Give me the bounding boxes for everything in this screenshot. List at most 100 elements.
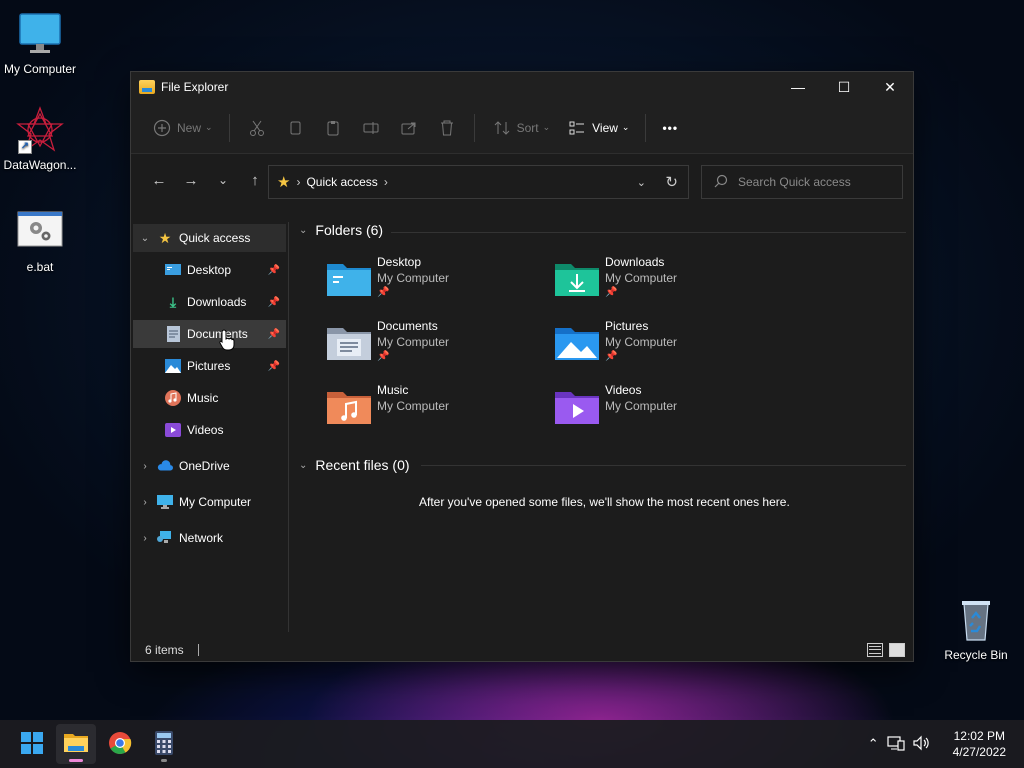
chevron-down-icon[interactable]: ⌄ (133, 233, 157, 244)
folder-name: Downloads (605, 255, 665, 269)
pin-icon: 📌 (267, 264, 280, 276)
up-button[interactable]: ↑ (239, 166, 271, 194)
clock-time: 12:02 PM (953, 729, 1005, 743)
sidebar-item-my-computer[interactable]: › My Computer (133, 488, 286, 516)
tiles-view-icon[interactable] (889, 643, 905, 657)
paste-button[interactable] (314, 112, 352, 144)
sidebar-item-label: Desktop (187, 263, 232, 277)
recent-locations-button[interactable]: ⌄ (207, 166, 239, 194)
sort-label: Sort (516, 120, 539, 135)
folder-tile-videos[interactable]: Videos My Computer (555, 382, 775, 438)
sidebar-item-quick-access[interactable]: ⌄ ★ Quick access (133, 224, 286, 252)
sidebar-item-downloads[interactable]: ⤓ Downloads 📌 (133, 288, 286, 316)
taskbar-file-explorer[interactable] (56, 724, 96, 764)
taskbar-chrome[interactable] (100, 724, 140, 764)
pin-icon: 📌 (605, 351, 618, 362)
desktop-icon-my-computer[interactable]: My Computer (0, 10, 80, 76)
desktop-icon-ebat[interactable]: e.bat (0, 208, 80, 274)
folder-tile-pictures[interactable]: Pictures My Computer 📌 (555, 318, 775, 374)
share-icon (398, 118, 420, 138)
delete-button[interactable] (428, 112, 466, 144)
search-input[interactable]: Search Quick access (738, 175, 851, 189)
sidebar-item-network[interactable]: › Network (133, 524, 286, 552)
clock-date: 4/27/2022 (952, 745, 1006, 759)
close-button[interactable]: ✕ (867, 72, 913, 102)
copy-button[interactable] (276, 112, 314, 144)
cloud-icon (157, 458, 173, 474)
running-indicator (69, 759, 83, 762)
sidebar-item-pictures[interactable]: Pictures 📌 (133, 352, 286, 380)
sidebar-item-label: Downloads (187, 295, 247, 309)
sidebar-item-videos[interactable]: Videos (133, 416, 286, 444)
share-button[interactable] (390, 112, 428, 144)
folder-location: My Computer (605, 271, 678, 285)
pin-icon: 📌 (267, 296, 280, 308)
chevron-down-icon: ⌄ (205, 122, 213, 132)
content-pane: ⌄ Folders (6) Desktop My Computer 📌 Down… (291, 222, 911, 632)
title-bar[interactable]: File Explorer — ☐ ✕ (131, 72, 913, 102)
status-bar: 6 items (131, 638, 913, 662)
plus-circle-icon (151, 118, 173, 138)
search-box[interactable]: Search Quick access (701, 165, 903, 199)
view-toggles (867, 643, 905, 657)
sidebar-item-music[interactable]: Music (133, 384, 286, 412)
sidebar-item-desktop[interactable]: Desktop 📌 (133, 256, 286, 284)
address-bar[interactable]: ★ › Quick access › ⌄ ↻ (268, 165, 689, 199)
refresh-icon[interactable]: ↻ (665, 173, 678, 191)
view-label: View (592, 120, 618, 135)
forward-button[interactable]: → (175, 166, 207, 194)
show-hidden-icons-chevron-icon[interactable]: ⌃ (868, 736, 879, 752)
desktop-icon-recycle-bin[interactable]: Recycle Bin (936, 596, 1016, 662)
star-icon: ★ (158, 229, 172, 246)
clock[interactable]: 12:02 PM 4/27/2022 (953, 728, 1006, 760)
chevron-down-icon: ⌄ (621, 122, 630, 132)
section-divider (391, 232, 906, 233)
folder-tile-downloads[interactable]: Downloads My Computer 📌 (555, 254, 775, 310)
breadcrumb-quick-access[interactable]: Quick access (306, 175, 377, 189)
picture-icon (165, 358, 181, 374)
sidebar-item-documents[interactable]: Documents 📌 (133, 320, 286, 348)
volume-icon[interactable] (913, 735, 931, 754)
sort-button[interactable]: Sort ⌄ (483, 112, 559, 144)
back-button[interactable]: ← (143, 166, 175, 194)
rename-button[interactable] (352, 112, 390, 144)
recent-section-header[interactable]: ⌄ Recent files (0) (299, 457, 410, 473)
clipboard-icon (322, 118, 344, 138)
section-divider (421, 465, 906, 466)
chevron-right-icon[interactable]: › (133, 461, 157, 472)
network-status-icon[interactable] (887, 735, 905, 754)
details-view-icon[interactable] (867, 643, 883, 657)
folder-location: My Computer (377, 399, 450, 413)
cut-button[interactable] (238, 112, 276, 144)
music-note-icon (165, 390, 181, 406)
windows-logo-icon (20, 731, 44, 758)
desktop-icon-datawagon[interactable]: ↗ DataWagon... (0, 106, 80, 172)
recent-section-title: Recent files (0) (315, 457, 410, 473)
view-button[interactable]: View ⌄ (558, 112, 637, 144)
sidebar-item-onedrive[interactable]: › OneDrive (133, 452, 286, 480)
folder-tile-desktop[interactable]: Desktop My Computer 📌 (327, 254, 547, 310)
hand-cursor-icon (219, 329, 235, 354)
chevron-right-icon[interactable]: › (133, 533, 157, 544)
folder-name: Pictures (605, 319, 649, 333)
folders-section-header[interactable]: ⌄ Folders (6) (299, 222, 383, 238)
chevron-down-icon: ⌄ (542, 122, 551, 132)
start-button[interactable] (12, 724, 52, 764)
maximize-button[interactable]: ☐ (821, 72, 867, 102)
download-arrow-icon: ⤓ (169, 293, 177, 310)
breadcrumb-separator-icon: › (296, 175, 301, 189)
taskbar-calculator[interactable] (144, 724, 184, 764)
running-indicator (161, 759, 167, 762)
folder-name: Videos (605, 383, 642, 397)
folder-tile-music[interactable]: Music My Computer (327, 382, 547, 438)
view-list-icon (566, 118, 588, 138)
more-options-button[interactable]: ••• (654, 112, 686, 144)
chevron-right-icon[interactable]: › (133, 497, 157, 508)
new-button[interactable]: New ⌄ (143, 112, 221, 144)
folder-name: Desktop (377, 255, 422, 269)
file-explorer-icon (139, 80, 155, 94)
batch-file-icon (16, 208, 64, 256)
minimize-button[interactable]: — (775, 72, 821, 102)
address-history-chevron-icon[interactable]: ⌄ (637, 176, 646, 189)
folder-tile-documents[interactable]: Documents My Computer 📌 (327, 318, 547, 374)
